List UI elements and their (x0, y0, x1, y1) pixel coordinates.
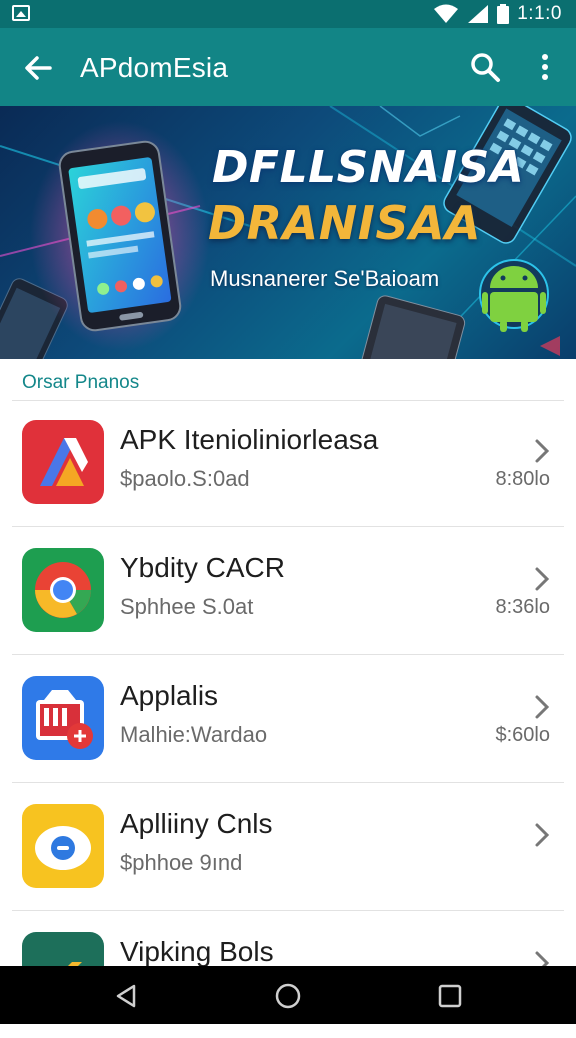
list-item[interactable]: Applalis Malhie:Wardao $:60lo (0, 654, 576, 782)
app-bar: APdomEsia (0, 28, 576, 106)
app-meta: $phhoe 9ınd (120, 850, 243, 875)
chevron-right-icon (535, 567, 550, 591)
search-icon[interactable] (468, 50, 502, 84)
system-nav-bar (0, 966, 576, 1024)
list-item[interactable]: Ybdity CACR Sphhee S.0at 8:36lo (0, 526, 576, 654)
chrome-like-app-icon (22, 548, 104, 632)
promo-banner[interactable]: DFLLSNAISA DRANISAA Musnanerer Se'Baioam (0, 106, 576, 359)
page-title: APdomEsia (80, 52, 229, 83)
chevron-right-icon (535, 695, 550, 719)
section-header: Orsar Pnanos (22, 372, 140, 393)
image-icon (12, 5, 30, 21)
banner-headline: DFLLSNAISA (212, 142, 525, 193)
chevron-right-icon (535, 439, 550, 463)
app-meta: $paolo.S:0ad (120, 466, 250, 491)
banner-subline: Musnanerer Se'Baioam (210, 266, 440, 291)
system-icons: 1:1:0 (433, 2, 562, 26)
store-app-icon (22, 676, 104, 760)
app-name: Aplliiny Cnls (120, 808, 273, 839)
battery-icon (497, 4, 510, 24)
signal-icon (468, 5, 489, 23)
app-name: APK Itenioliniorleasa (120, 424, 379, 455)
nav-home-icon[interactable] (274, 982, 302, 1010)
app-meta: Sphhee S.0at (120, 594, 254, 619)
yellow-app-icon (22, 804, 104, 888)
app-size: $:60lo (495, 724, 551, 746)
app-size: 8:36lo (495, 596, 551, 618)
app-meta: Malhie:Wardao (120, 722, 268, 747)
app-name: Vipking Bols (120, 936, 274, 967)
banner-headline-accent: DRANISAA (208, 196, 482, 250)
list-item[interactable]: Aplliiny Cnls $phhoe 9ınd (0, 782, 576, 910)
app-name: Applalis (120, 680, 219, 711)
nav-back-icon[interactable] (112, 982, 140, 1010)
status-bar: 1:1:0 (0, 0, 576, 28)
wifi-icon (434, 4, 459, 23)
app-name: Ybdity CACR (120, 552, 285, 583)
arrow-back-icon[interactable] (20, 50, 56, 86)
more-vert-icon[interactable] (530, 50, 560, 84)
nav-recents-icon[interactable] (436, 982, 464, 1010)
chevron-right-icon (535, 823, 550, 847)
app-size: 8:80lo (495, 468, 551, 490)
apk-app-icon (22, 420, 104, 504)
list-item[interactable]: APK Itenioliniorleasa $paolo.S:0ad 8:80l… (0, 398, 576, 526)
status-time: 1:1:0 (517, 3, 562, 24)
